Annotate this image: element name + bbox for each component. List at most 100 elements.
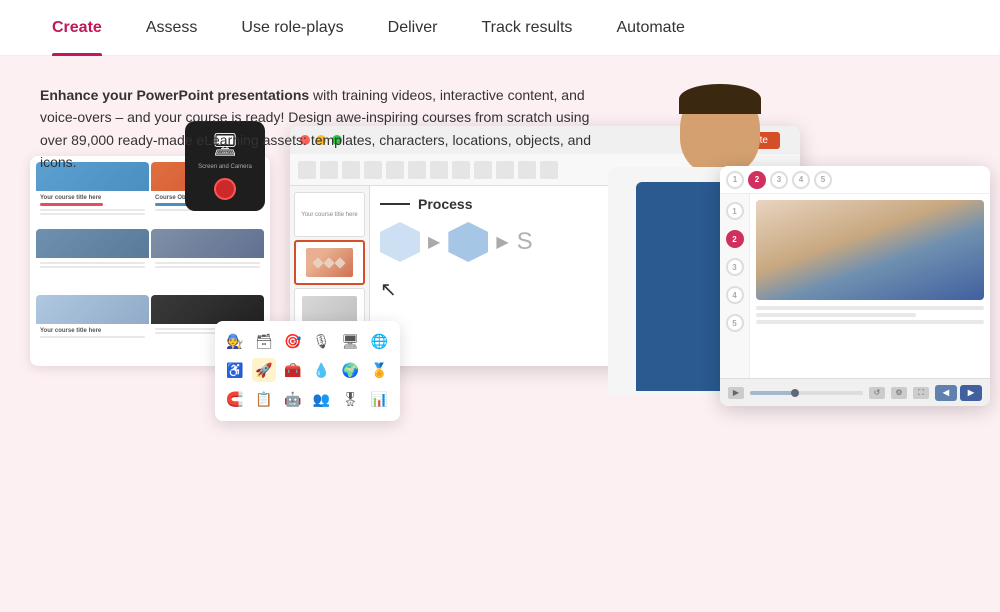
sidebar-step-2: 2	[726, 230, 744, 248]
ispring-tab-label: iSpring Suite	[699, 132, 780, 149]
thumb-image-6	[151, 295, 264, 324]
settings-button[interactable]: ⚙	[891, 387, 907, 399]
nav-label-automate: Automate	[616, 19, 684, 37]
player-text-lines	[756, 306, 984, 324]
palette-icon-3: 🎯	[281, 329, 305, 353]
ispring-body: Your course title here	[290, 186, 800, 366]
slide-thumb-2[interactable]	[294, 240, 365, 285]
palette-icon-9: 🧰	[281, 358, 305, 382]
thumbnail-6	[151, 295, 264, 360]
nav-label-deliver: Deliver	[388, 19, 438, 37]
nav-label-track: Track results	[481, 19, 572, 37]
clipboard-clip	[802, 246, 830, 256]
thumb-line-sm-5	[40, 266, 145, 268]
navigation: Create Assess Use role-plays Deliver Tra…	[0, 0, 1000, 56]
nav-item-track[interactable]: Track results	[459, 0, 594, 56]
thumb-line-sm-6	[155, 262, 260, 264]
diamond-3	[335, 257, 346, 268]
nav-item-automate[interactable]: Automate	[594, 0, 706, 56]
thumbnail-3	[36, 229, 149, 294]
person-apron	[636, 182, 804, 391]
course-thumbnails-grid: Your course title here Course Objectives	[30, 156, 270, 366]
hex-2	[448, 222, 488, 262]
player-body: 1 2 3 4 5	[720, 194, 990, 378]
partial-text: S	[517, 228, 533, 256]
images-area: Your course title here Course Objectives	[0, 136, 1000, 612]
thumb-body-1: Your course title here	[36, 191, 149, 227]
palette-icon-14: 📋	[252, 388, 276, 412]
lesson-player: 1 2 3 4 5 1 2 3 4 5	[720, 166, 990, 406]
player-nav-buttons: ◀ ▶	[935, 385, 982, 401]
palette-icon-6: 🌐	[367, 329, 391, 353]
progress-handle	[791, 389, 799, 397]
process-heading: Process	[380, 196, 790, 212]
thumb-image-4	[151, 229, 264, 258]
prev-button[interactable]: ◀	[935, 385, 957, 401]
refresh-button[interactable]: ↺	[869, 387, 885, 399]
thumb-body-5: Your course title here	[36, 324, 149, 360]
clipboard-line-3	[794, 267, 841, 274]
thumb-body-4	[151, 258, 264, 294]
player-text-2	[756, 313, 916, 317]
sidebar-step-5: 5	[726, 314, 744, 332]
description-block: Enhance your PowerPoint presentations wi…	[0, 56, 640, 174]
nav-item-role-plays[interactable]: Use role-plays	[219, 0, 365, 56]
palette-icon-4: 🎙	[310, 329, 334, 353]
nav-item-assess[interactable]: Assess	[124, 0, 220, 56]
step-2: 2	[748, 171, 766, 189]
thumb-title-5: Your course title here	[40, 328, 145, 334]
nav-item-create[interactable]: Create	[30, 0, 124, 56]
progress-fill	[750, 391, 795, 395]
thumb-image-3	[36, 229, 149, 258]
slide-diamonds	[306, 248, 353, 277]
player-steps-sidebar: 1 2 3 4 5	[720, 194, 750, 378]
progress-bar[interactable]	[750, 391, 863, 395]
process-flow: ▶ ▶ S	[380, 222, 790, 262]
palette-icon-11: 🌍	[338, 358, 362, 382]
person-shirt	[608, 167, 832, 395]
thumb-image-5	[36, 295, 149, 324]
palette-icon-13: 🧲	[223, 388, 247, 412]
person-hair	[679, 84, 761, 114]
slide-thumb-3	[294, 288, 365, 333]
play-button[interactable]: ▶	[728, 387, 744, 399]
player-video	[756, 200, 984, 300]
clipboard-line-2	[794, 262, 841, 269]
record-button[interactable]	[214, 178, 236, 200]
palette-icon-7: ♿	[223, 358, 247, 382]
cursor-arrow-icon: ↖	[380, 277, 790, 302]
thumb-body-6	[151, 324, 264, 360]
thumb-line-sm-9	[155, 328, 260, 330]
step-5: 5	[814, 171, 832, 189]
diamond-2	[324, 257, 335, 268]
player-text-1	[756, 306, 984, 310]
next-button[interactable]: ▶	[960, 385, 982, 401]
player-text-3	[756, 320, 984, 324]
palette-icon-8: 🚀	[252, 358, 276, 382]
palette-icon-16: 👥	[310, 388, 334, 412]
thumb-line-1	[40, 203, 103, 206]
thumb-line-sm-8	[40, 336, 145, 338]
diamond-1	[313, 257, 324, 268]
palette-icon-15: 🤖	[281, 388, 305, 412]
sidebar-step-4: 4	[726, 286, 744, 304]
thumbnail-4	[151, 229, 264, 294]
player-content	[750, 194, 990, 378]
process-line-deco	[380, 203, 410, 205]
fullscreen-button[interactable]: ⛶	[913, 387, 929, 399]
nav-label-create: Create	[52, 19, 102, 37]
ispring-canvas: Process ▶ ▶ S ↖	[370, 186, 800, 366]
palette-icon-17: 🎖	[338, 388, 362, 412]
player-footer: ▶ ↺ ⚙ ⛶ ◀ ▶	[720, 378, 990, 406]
nav-label-assess: Assess	[146, 19, 198, 37]
player-video-inner	[756, 200, 984, 300]
player-header: 1 2 3 4 5	[720, 166, 990, 194]
thumb-line-2	[155, 203, 239, 206]
hex-1	[380, 222, 420, 262]
app-container: Create Assess Use role-plays Deliver Tra…	[0, 0, 1000, 612]
description-bold: Enhance your PowerPoint presentations	[40, 87, 309, 103]
thumb-body-2: Course Objectives	[151, 191, 264, 227]
thumb-line-sm-3	[155, 209, 260, 211]
nav-item-deliver[interactable]: Deliver	[366, 0, 460, 56]
arrow-2: ▶	[496, 232, 508, 252]
